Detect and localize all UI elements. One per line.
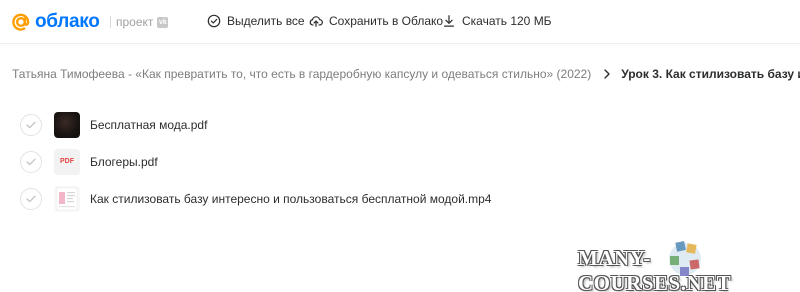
breadcrumb: Татьяна Тимофеева - «Как превратить то, … — [12, 67, 800, 81]
file-name: Бесплатная мода.pdf — [90, 117, 208, 132]
select-all-button[interactable]: Выделить все — [207, 14, 305, 28]
file-checkbox[interactable] — [20, 187, 42, 210]
cloud-logo[interactable]: облако — [10, 11, 100, 33]
save-to-cloud-button[interactable]: Сохранить в Облако — [309, 14, 443, 28]
check-icon — [26, 158, 36, 165]
project-label-text: проект — [116, 15, 154, 29]
file-checkbox[interactable] — [20, 113, 42, 136]
logo-text: облако — [35, 11, 100, 32]
download-label: Скачать 120 МБ — [462, 14, 552, 28]
download-icon — [444, 15, 454, 27]
project-label: проект vk — [116, 15, 169, 29]
image-thumbnail — [54, 111, 80, 138]
file-row-video[interactable]: Как стилизовать базу интересно и пользов… — [20, 180, 580, 217]
pdf-icon-label: PDF — [60, 158, 74, 165]
at-sign-icon — [12, 13, 30, 31]
file-name: Блогеры.pdf — [90, 154, 158, 169]
globe-logo-icon — [669, 241, 701, 276]
cloud-upload-icon — [309, 16, 323, 27]
file-list: Бесплатная мода.pdf PDF Блогеры.pdf Как … — [20, 106, 580, 217]
file-row-bесплатная-мода[interactable]: Бесплатная мода.pdf — [20, 106, 580, 143]
download-button[interactable]: Скачать 120 МБ — [442, 14, 552, 28]
vk-icon: vk — [157, 16, 169, 28]
save-to-cloud-label: Сохранить в Облако — [329, 14, 444, 28]
video-preview-thumbnail — [54, 185, 80, 212]
check-circle-icon — [207, 14, 221, 28]
file-row-blogery[interactable]: PDF Блогеры.pdf — [20, 143, 580, 180]
top-toolbar: облако проект vk Выделить все Сохранить … — [0, 0, 800, 44]
breadcrumb-current-folder: Урок 3. Как стилизовать базу инт... — [621, 67, 800, 81]
select-all-label: Выделить все — [227, 14, 305, 28]
chevron-right-icon — [604, 69, 610, 79]
check-icon — [26, 195, 36, 202]
pdf-icon: PDF — [54, 148, 80, 175]
check-icon — [26, 121, 36, 128]
file-checkbox[interactable] — [20, 150, 42, 173]
logo-divider — [110, 16, 111, 28]
document-preview-icon — [56, 187, 78, 210]
file-name: Как стилизовать базу интересно и пользов… — [90, 191, 492, 206]
breadcrumb-parent-folder[interactable]: Татьяна Тимофеева - «Как превратить то, … — [12, 67, 591, 81]
